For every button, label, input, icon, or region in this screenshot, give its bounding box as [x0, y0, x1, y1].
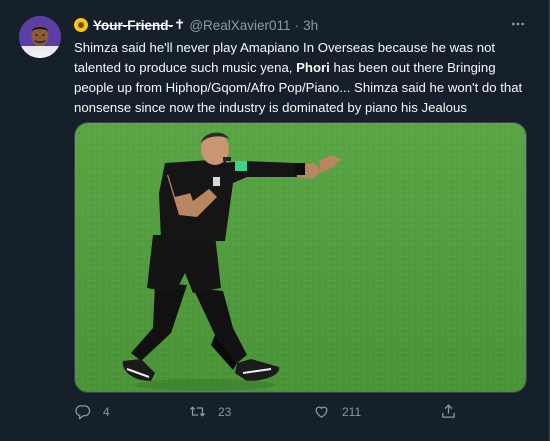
more-horizontal-icon[interactable]	[510, 16, 526, 32]
retweet-count: 23	[218, 404, 232, 419]
tweet-text-mention: Phori	[296, 60, 330, 75]
display-name[interactable]: Your-Friend-	[93, 18, 173, 33]
share-button[interactable]	[440, 403, 457, 420]
referee-photo	[75, 123, 526, 392]
heart-icon	[315, 406, 328, 418]
retweet-icon	[189, 406, 206, 417]
cross-icon: ✝	[174, 17, 186, 32]
like-button[interactable]: 211	[313, 403, 361, 420]
avatar-photo	[19, 16, 61, 58]
like-count: 211	[342, 404, 362, 419]
tweet[interactable]: Your-Friend- ✝ @RealXavier011 · 3h Shimz…	[0, 0, 550, 441]
emoji-icon	[74, 18, 88, 32]
tweet-actions: 4 23 211	[74, 403, 534, 427]
reply-count: 4	[103, 404, 110, 419]
timestamp[interactable]: 3h	[303, 18, 318, 33]
retweet-button[interactable]: 23	[189, 403, 231, 420]
user-handle[interactable]: @RealXavier011	[189, 18, 290, 33]
reply-icon	[75, 405, 91, 420]
tweet-media-image[interactable]	[74, 122, 527, 393]
share-icon	[442, 404, 455, 418]
reply-button[interactable]: 4	[74, 403, 110, 420]
tweet-header: Your-Friend- ✝ @RealXavier011 · 3h	[74, 15, 318, 35]
avatar[interactable]	[19, 16, 61, 58]
header-separator: ·	[294, 17, 300, 33]
tweet-text: Shimza said he'll never play Amapiano In…	[74, 38, 534, 118]
